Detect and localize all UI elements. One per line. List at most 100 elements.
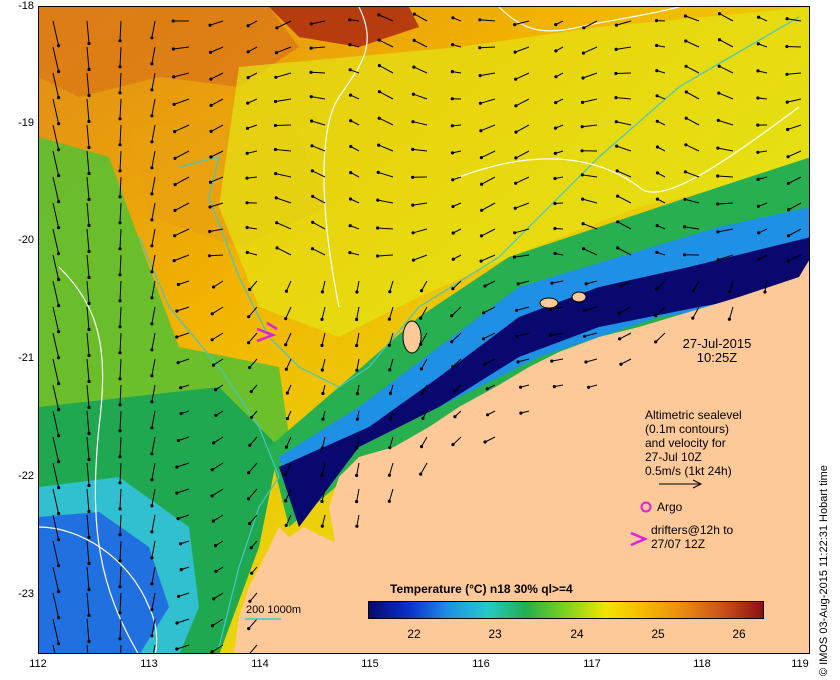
drifters-label: drifters@12h to 27/07 12Z bbox=[651, 523, 733, 551]
velocity-arrowhead bbox=[246, 24, 250, 28]
velocity-arrowhead bbox=[57, 486, 61, 490]
velocity-arrowhead bbox=[478, 18, 482, 22]
velocity-arrowhead bbox=[584, 360, 588, 364]
velocity-arrowhead bbox=[451, 287, 455, 291]
velocity-arrowhead bbox=[388, 391, 393, 395]
velocity-arrowhead bbox=[247, 315, 251, 319]
velocity-arrowhead bbox=[478, 101, 482, 105]
velocity-arrowhead bbox=[450, 340, 454, 344]
velocity-arrowhead bbox=[87, 613, 91, 618]
velocity-arrowhead bbox=[683, 197, 687, 201]
velocity-arrowhead bbox=[150, 166, 154, 170]
velocity-arrowhead bbox=[57, 616, 61, 620]
velocity-arrowhead bbox=[57, 538, 61, 542]
x-tick-label: 115 bbox=[361, 658, 379, 670]
velocity-arrowhead bbox=[515, 334, 519, 338]
velocity-arrowhead bbox=[87, 41, 91, 46]
velocity-arrowhead bbox=[348, 43, 352, 47]
velocity-arrowhead bbox=[419, 472, 423, 476]
velocity-arrowhead bbox=[683, 225, 687, 229]
velocity-arrowhead bbox=[118, 299, 122, 303]
sst-map[interactable]: 27-Jul-2015 10:25Z Altimetric sealevel (… bbox=[38, 6, 810, 654]
velocity-arrowhead bbox=[118, 429, 122, 433]
velocity-arrowhead bbox=[548, 307, 553, 311]
velocity-arrowhead bbox=[451, 257, 455, 261]
velocity-arrowhead bbox=[250, 415, 254, 419]
velocity-arrowhead bbox=[450, 97, 454, 101]
velocity-arrowhead bbox=[654, 19, 659, 23]
velocity-arrowhead bbox=[377, 38, 381, 42]
velocity-arrowhead bbox=[580, 125, 584, 129]
velocity-arrowhead bbox=[377, 143, 381, 147]
velocity-arrowhead bbox=[247, 471, 251, 475]
velocity-arrowhead bbox=[57, 278, 61, 282]
velocity-arrowhead bbox=[150, 400, 154, 404]
island-small-1 bbox=[539, 297, 559, 309]
velocity-arrowhead bbox=[320, 368, 324, 372]
velocity-arrowhead bbox=[118, 481, 122, 485]
velocity-arrowhead bbox=[553, 226, 557, 231]
velocity-arrowhead bbox=[87, 93, 91, 98]
x-tick-label: 114 bbox=[251, 658, 269, 670]
velocity-arrowhead bbox=[209, 155, 213, 159]
velocity-arrowhead bbox=[87, 145, 91, 150]
velocity-arrowhead bbox=[349, 171, 353, 175]
velocity-arrowhead bbox=[515, 308, 519, 312]
velocity-arrowhead bbox=[248, 599, 252, 603]
velocity-arrowhead bbox=[320, 446, 324, 450]
velocity-arrowhead bbox=[87, 119, 91, 124]
velocity-arrowhead bbox=[285, 417, 290, 421]
velocity-arrowhead bbox=[118, 533, 122, 537]
velocity-arrowhead bbox=[785, 100, 789, 104]
velocity-arrowhead bbox=[57, 226, 61, 230]
note-line: (0.1m contours) bbox=[645, 422, 730, 436]
velocity-arrowhead bbox=[615, 169, 619, 173]
velocity-arrowhead bbox=[208, 229, 212, 234]
velocity-arrowhead bbox=[618, 311, 622, 315]
velocity-arrowhead bbox=[248, 443, 252, 447]
y-tick-label: -21 bbox=[18, 352, 34, 364]
velocity-arrowhead bbox=[514, 104, 518, 108]
velocity-arrowhead bbox=[583, 334, 587, 338]
velocity-arrowhead bbox=[716, 202, 720, 206]
velocity-arrowhead bbox=[284, 473, 288, 477]
velocity-arrowhead bbox=[716, 174, 720, 178]
velocity-arrowhead bbox=[348, 224, 352, 228]
velocity-arrowhead bbox=[179, 386, 183, 390]
velocity-arrowhead bbox=[614, 96, 618, 100]
velocity-arrowhead bbox=[118, 403, 122, 407]
velocity-arrowhead bbox=[684, 116, 688, 120]
velocity-arrowhead bbox=[209, 129, 213, 133]
velocity-arrowhead bbox=[176, 282, 180, 287]
velocity-arrowhead bbox=[284, 523, 288, 528]
velocity-arrowhead bbox=[175, 335, 179, 339]
velocity-arrowhead bbox=[150, 62, 154, 66]
velocity-arrowhead bbox=[247, 627, 251, 631]
velocity-arrowhead bbox=[275, 26, 279, 30]
velocity-arrowhead bbox=[150, 478, 154, 482]
velocity-arrowhead bbox=[87, 509, 91, 514]
velocity-arrowhead bbox=[785, 44, 789, 49]
velocity-arrowhead bbox=[655, 250, 659, 254]
velocity-arrowhead bbox=[310, 119, 314, 123]
velocity-arrowhead bbox=[118, 611, 122, 615]
velocity-arrowhead bbox=[118, 273, 122, 277]
y-tick-label: -18 bbox=[18, 0, 34, 12]
velocity-arrowhead bbox=[756, 69, 760, 73]
velocity-arrowhead bbox=[309, 70, 313, 74]
velocity-arrowhead bbox=[118, 637, 122, 641]
temperature-colorbar bbox=[368, 601, 764, 619]
velocity-arrowhead bbox=[727, 317, 732, 321]
velocity-arrowhead bbox=[209, 103, 213, 107]
velocity-arrowhead bbox=[412, 12, 416, 16]
velocity-arrowhead bbox=[581, 222, 585, 226]
velocity-arrowhead bbox=[210, 650, 214, 653]
note-line: and velocity for bbox=[645, 436, 726, 450]
velocity-arrowhead bbox=[614, 47, 618, 52]
velocity-arrowhead bbox=[655, 287, 659, 291]
velocity-arrowhead bbox=[284, 499, 288, 503]
argo-label: Argo bbox=[657, 500, 683, 514]
y-tick-label: -22 bbox=[18, 470, 34, 482]
velocity-arrowhead bbox=[717, 38, 722, 42]
velocity-arrowhead bbox=[247, 522, 252, 526]
